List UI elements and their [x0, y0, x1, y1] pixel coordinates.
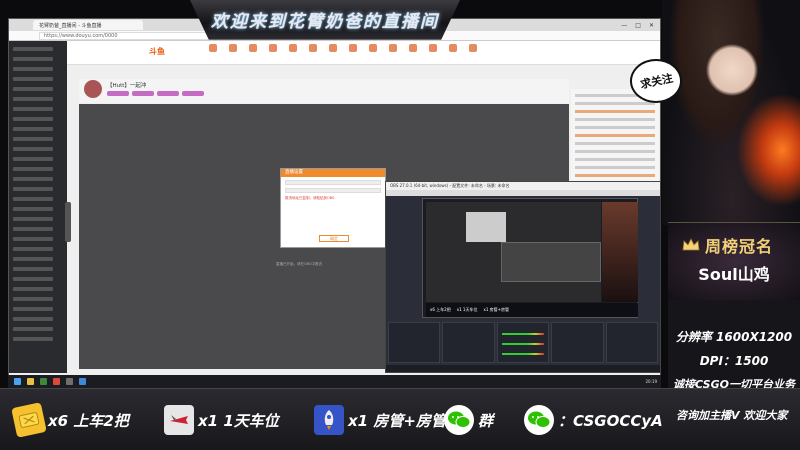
audio-mixer-dock[interactable] [496, 322, 550, 363]
minimize-button[interactable]: — [621, 22, 627, 29]
browser-left-sidebar [9, 41, 67, 373]
site-navbar: 斗鱼 [9, 41, 660, 65]
browser-tab[interactable]: 花臂奶爸_直播间 - 斗鱼直播 [33, 20, 143, 30]
follow-text: 求关注 [638, 71, 674, 92]
app-icon[interactable] [66, 378, 73, 385]
crown-title: 周榜冠名 [705, 237, 774, 256]
nav-item[interactable] [325, 44, 341, 54]
close-button[interactable]: ✕ [649, 22, 654, 29]
wechat-group-label: 群 [478, 411, 494, 430]
maximize-button[interactable]: □ [635, 22, 641, 29]
banner-title: 欢迎来到花臂奶爸的直播间 [211, 12, 439, 32]
strip-item: x6 上车2把 [430, 307, 451, 312]
controls-dock[interactable] [605, 322, 659, 363]
player-caption: 直播已开始，请在OBS中推流 [276, 262, 322, 266]
nav-item[interactable] [205, 44, 221, 54]
gift-label: x6 上车2把 [48, 411, 129, 430]
gift-item: x6 上车2把 [11, 402, 129, 438]
dialog-title: 直播设置 [281, 169, 385, 177]
contact-text: 咨询加主播V 欢迎大家 [676, 409, 788, 422]
nav-item[interactable] [425, 44, 441, 54]
obs-preview[interactable]: x6 上车2把 x1 1天车位 x1 房管+房管 [422, 198, 638, 318]
gift-item: x1 1天车位 [164, 405, 279, 435]
nav-item[interactable] [265, 44, 281, 54]
follow-bubble: 求关注 [630, 59, 682, 103]
gift-item: x1 房管+房管 [314, 405, 446, 435]
folder-icon[interactable] [27, 378, 34, 385]
title-banner: 欢迎来到花臂奶爸的直播间 [190, 0, 460, 40]
sidebar-collapse-handle[interactable] [65, 202, 71, 242]
site-logo[interactable]: 斗鱼 [149, 46, 165, 57]
wechat-icon [524, 405, 554, 435]
dpi-text: DPI：1500 [699, 354, 769, 368]
wechat-id-item: ：CSGOCCyA [524, 405, 663, 435]
nav-item[interactable] [225, 44, 241, 54]
rocket-icon [314, 405, 344, 435]
crown-icon [682, 238, 700, 251]
weekly-crown-panel: 周榜冠名 Soul山鸡 [668, 222, 800, 300]
resolution-text: 分辨率 1600X1200 [675, 330, 793, 344]
push-url-field[interactable] [285, 180, 381, 185]
nav-item[interactable] [245, 44, 261, 54]
streamer-avatar-art [662, 0, 800, 225]
stream-tags [107, 91, 204, 96]
bottom-info-bar: x6 上车2把 x1 1天车位 x1 房管+房管 群 ：CSGOCCyA 咨询加… [0, 388, 800, 450]
nav-item[interactable] [365, 44, 381, 54]
avatar[interactable] [84, 80, 102, 98]
streamer-info-panel: 分辨率 1600X1200 DPI：1500 诚接CSGO一切平台业务 [668, 300, 800, 391]
obs-overlay-art [602, 202, 638, 302]
start-icon[interactable] [14, 378, 21, 385]
gift-label: x1 1天车位 [198, 411, 279, 430]
obs-titlebar: OBS 27.0.1 (64-bit, windows) - 配置文件: 未命名… [386, 182, 660, 190]
site-nav-items [205, 44, 481, 54]
nav-item[interactable] [405, 44, 421, 54]
stream-header: 【Hutt】一起冲 [79, 79, 569, 103]
stream-key-field[interactable] [285, 188, 381, 193]
obs-docks [386, 320, 660, 365]
dialog-field-row [285, 188, 381, 193]
ticket-icon [11, 402, 47, 438]
dialog-note: 推流地址已复制，请粘贴到OBS [285, 196, 335, 200]
gift-label: x1 房管+房管 [348, 411, 446, 430]
app-icon[interactable] [53, 378, 60, 385]
obs-window: OBS 27.0.1 (64-bit, windows) - 配置文件: 未命名… [385, 181, 661, 373]
app-icon[interactable] [40, 378, 47, 385]
strip-item: x1 1天车位 [456, 307, 478, 312]
nav-item[interactable] [385, 44, 401, 54]
nested-window [466, 212, 506, 242]
obs-statusbar [386, 365, 660, 372]
wechat-icon [444, 405, 474, 435]
crown-title-row: 周榜冠名 [682, 233, 773, 257]
nav-item[interactable] [345, 44, 361, 54]
nav-item[interactable] [285, 44, 301, 54]
crown-holder-name: Soul山鸡 [698, 265, 770, 284]
nav-item[interactable] [465, 44, 481, 54]
stream-overlay: 花臂奶爸_直播间 - 斗鱼直播 — □ ✕ https://www.douyu.… [0, 0, 800, 450]
wechat-group-item: 群 [444, 405, 493, 435]
nested-window [501, 242, 601, 282]
nav-item[interactable] [305, 44, 321, 54]
obs-bottom-strip: x6 上车2把 x1 1天车位 x1 房管+房管 [426, 303, 638, 317]
obs-menubar [386, 190, 660, 196]
stream-title: 【Hutt】一起冲 [107, 83, 147, 89]
transitions-dock[interactable] [551, 322, 604, 363]
strip-item: x1 房管+房管 [483, 307, 510, 312]
stream-settings-dialog: 直播设置 推流地址已复制，请粘贴到OBS 确定 [280, 168, 386, 248]
window-controls: — □ ✕ [621, 22, 660, 29]
taskbar-clock[interactable]: 20:19 [645, 379, 661, 384]
scenes-dock[interactable] [388, 322, 441, 363]
sources-dock[interactable] [442, 322, 495, 363]
jet-icon [164, 405, 194, 435]
nav-item[interactable] [445, 44, 461, 54]
dialog-field-row [285, 180, 381, 185]
obs-preview-screen [426, 202, 601, 302]
confirm-button[interactable]: 确定 [319, 235, 349, 242]
app-icon[interactable] [79, 378, 86, 385]
windows-taskbar: 20:19 [8, 375, 661, 388]
wechat-id-label: ：CSGOCCyA [558, 411, 663, 430]
